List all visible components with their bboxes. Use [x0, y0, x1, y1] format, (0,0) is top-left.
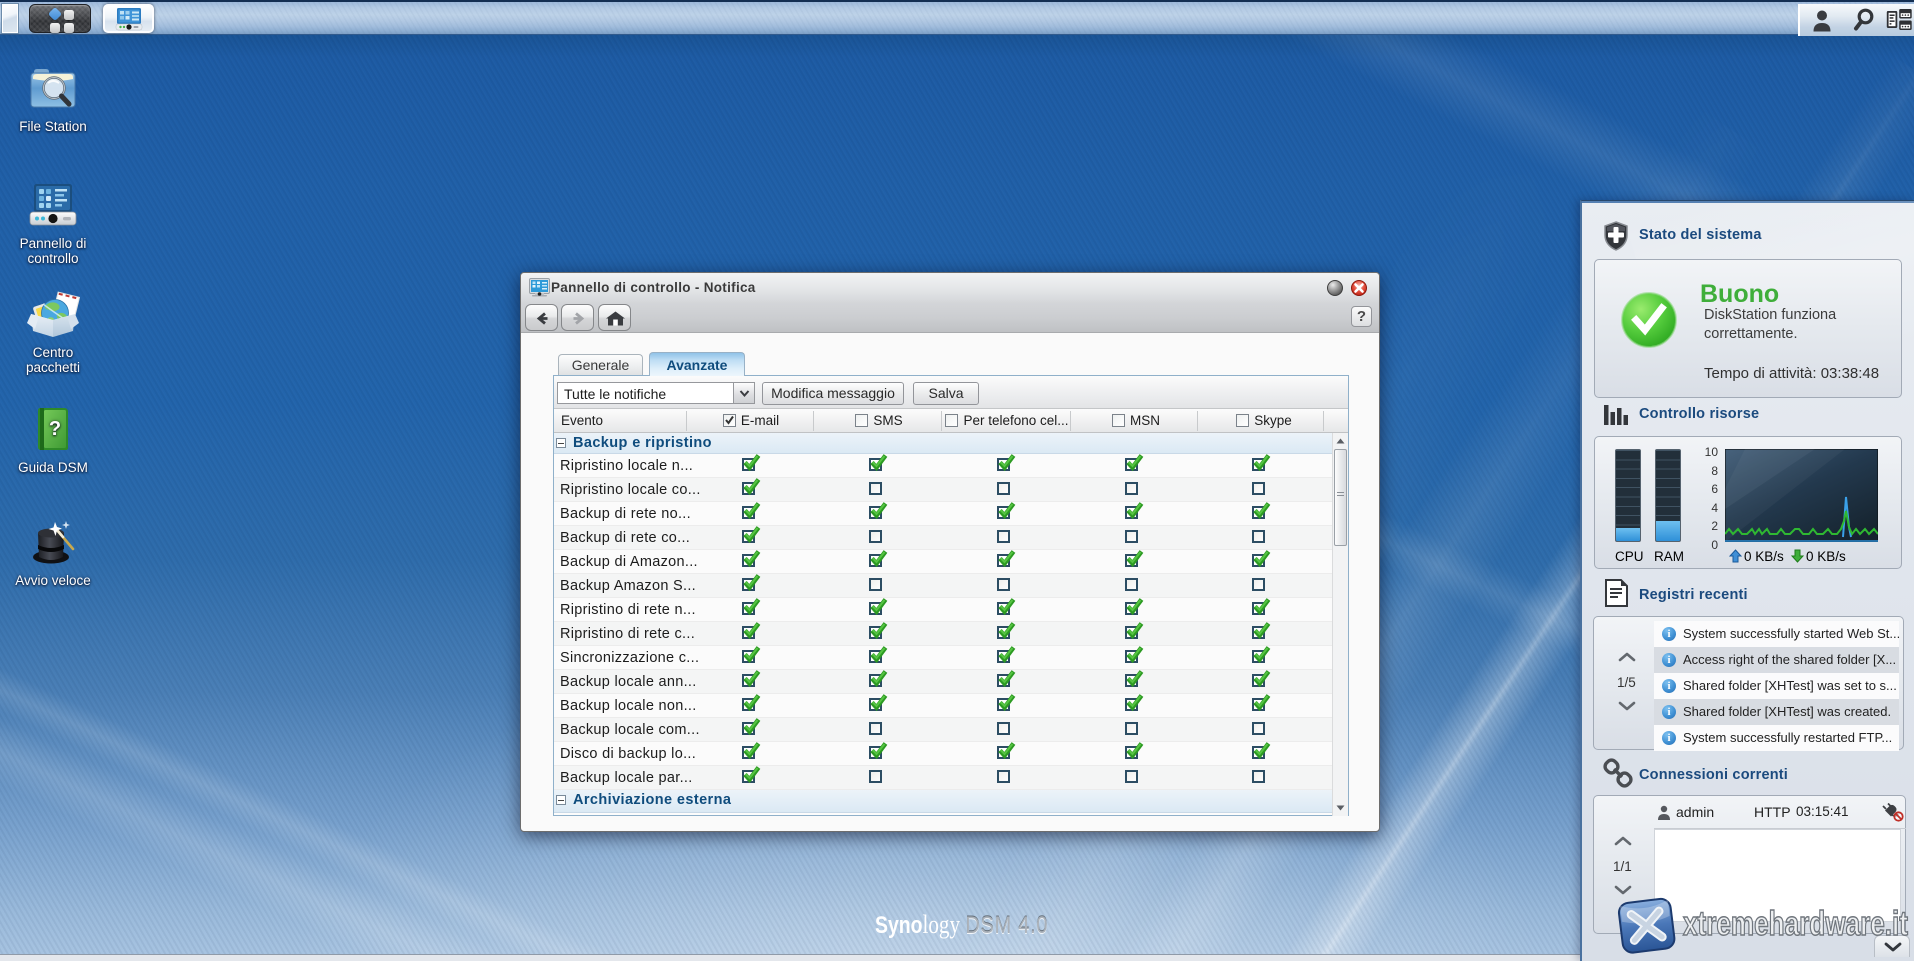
svg-text:xtremehardware.it: xtremehardware.it: [1683, 905, 1908, 943]
svg-text:?: ?: [49, 418, 61, 440]
